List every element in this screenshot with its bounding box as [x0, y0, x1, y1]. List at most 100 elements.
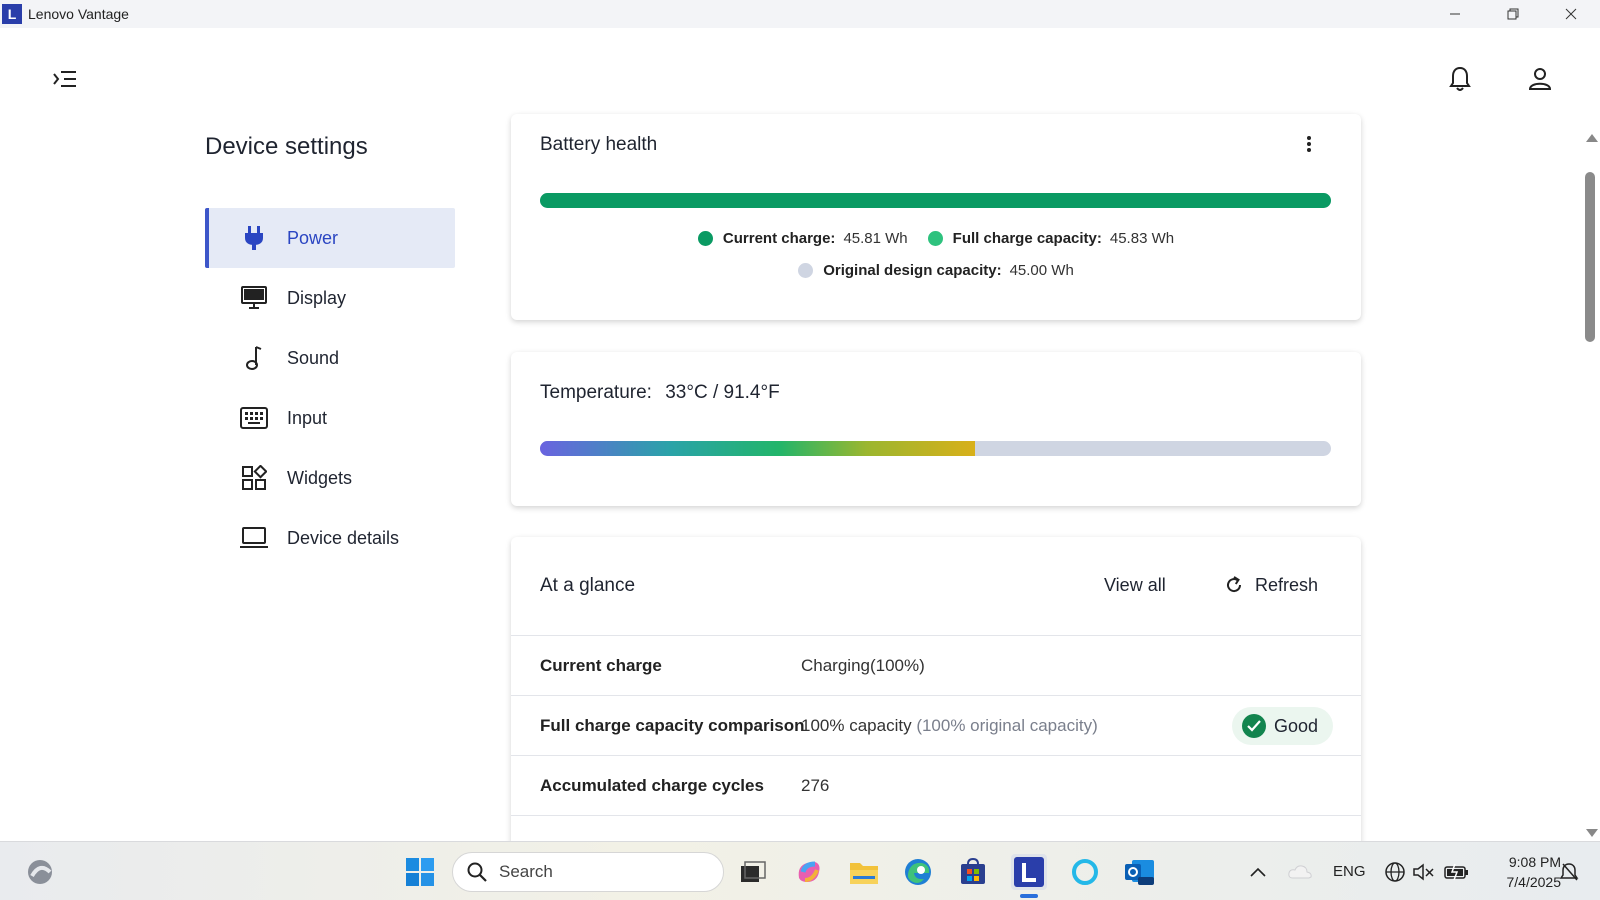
menu-toggle-button[interactable] [50, 64, 80, 94]
nav-label-device-details: Device details [287, 527, 400, 548]
temperature-value: 33°C / 91.4°F [665, 382, 780, 403]
battery-legend-row-2: Original design capacity: 45.00 Wh [511, 262, 1361, 279]
page-title: Device settings [205, 133, 368, 160]
settings-nav: Power Display Sound Input Widgets Device… [205, 208, 455, 568]
widgets-icon [239, 463, 269, 493]
cortana-button[interactable] [1067, 854, 1103, 890]
globe-icon [1385, 861, 1405, 882]
clock-date: 7/4/2025 [1506, 874, 1562, 890]
chevron-up-icon [1250, 867, 1266, 877]
language-indicator[interactable]: ENG [1333, 842, 1366, 900]
capacity-original-note: (100% original capacity) [916, 715, 1098, 735]
title-bar: L Lenovo Vantage [0, 0, 1600, 28]
lenovo-vantage-taskbar-button[interactable] [1011, 854, 1047, 890]
notifications-button[interactable] [1445, 64, 1475, 94]
start-button[interactable] [402, 854, 438, 890]
refresh-button[interactable]: Refresh [1223, 574, 1318, 596]
notification-bell-icon [1559, 862, 1579, 880]
row-label: Accumulated charge cycles [540, 775, 764, 795]
more-options-button[interactable] [1301, 134, 1317, 154]
view-all-link[interactable]: View all [1104, 575, 1166, 596]
scroll-down-arrow-icon[interactable] [1586, 829, 1598, 837]
notification-center-button[interactable] [1558, 842, 1580, 900]
nav-item-widgets[interactable]: Widgets [205, 448, 455, 508]
store-icon [961, 858, 985, 884]
outlook-icon [1125, 860, 1154, 885]
battery-legend-row-1: Current charge: 45.81 Wh Full charge cap… [511, 230, 1361, 247]
nav-label-power: Power [287, 227, 339, 248]
status-badge-label: Good [1274, 715, 1319, 736]
copilot-icon [798, 861, 820, 882]
content-scrollbar[interactable] [1582, 128, 1600, 841]
edge-browser-button[interactable] [900, 854, 936, 890]
taskbar: Search ENG 9:08 PM 7/4/2025 [0, 841, 1600, 900]
nav-label-widgets: Widgets [287, 467, 353, 488]
legend-design-value: 45.00 Wh [1009, 262, 1074, 279]
battery-health-title: Battery health [540, 134, 658, 155]
lenovo-vantage-icon [1014, 857, 1044, 887]
refresh-label: Refresh [1255, 574, 1319, 595]
taskbar-search-box[interactable]: Search [452, 852, 724, 892]
temperature-bar-fill [540, 441, 976, 456]
menu-collapse-icon [53, 71, 76, 87]
account-button[interactable] [1525, 64, 1555, 94]
row-value: 276 [801, 775, 830, 795]
status-badge: Good [1232, 707, 1334, 745]
cortana-ring-icon [1072, 859, 1098, 885]
outlook-new-button[interactable] [1122, 854, 1158, 890]
close-button[interactable] [1542, 0, 1600, 28]
nav-item-input[interactable]: Input [205, 388, 455, 448]
restore-button[interactable] [1484, 0, 1542, 28]
network-button[interactable] [1384, 842, 1406, 900]
capacity-value: 100% capacity [801, 715, 912, 735]
table-row: Full charge capacity comparison 100% cap… [511, 696, 1361, 756]
cloud-icon [1288, 864, 1312, 878]
app-logo: L [2, 4, 22, 24]
clock-time: 9:08 PM [1508, 854, 1561, 870]
battery-health-bar-fill [540, 193, 1331, 208]
row-value: 100% capacity (100% original capacity) [801, 716, 1098, 736]
row-label: Current charge [540, 655, 662, 675]
scroll-thumb[interactable] [1585, 172, 1595, 342]
nav-item-sound[interactable]: Sound [205, 328, 455, 388]
battery-tray-button[interactable] [1443, 842, 1469, 900]
battery-health-bar [540, 193, 1331, 208]
weather-tray-button[interactable] [1288, 842, 1312, 900]
temperature-heading: Temperature: 33°C / 91.4°F [540, 382, 780, 404]
volume-button[interactable] [1412, 842, 1436, 900]
at-a-glance-header: At a glance View all Refresh [511, 537, 1361, 636]
nav-item-device-details[interactable]: Device details [205, 508, 455, 568]
user-icon [1528, 68, 1552, 90]
weather-widget-button[interactable] [22, 854, 58, 890]
bell-icon [1449, 66, 1471, 91]
file-explorer-button[interactable] [846, 854, 882, 890]
legend-current-label: Current charge: [722, 230, 836, 247]
taskbar-clock[interactable]: 9:08 PM 7/4/2025 [1481, 852, 1562, 892]
speaker-muted-icon [1413, 862, 1434, 881]
battery-health-card: Battery health Current charge: 45.81 Wh … [511, 114, 1361, 320]
scroll-up-arrow-icon[interactable] [1586, 134, 1598, 142]
nav-label-sound: Sound [287, 347, 340, 368]
row-label: Full charge capacity comparison [540, 715, 805, 735]
microsoft-store-button[interactable] [955, 854, 991, 890]
close-icon [1565, 8, 1577, 20]
minimize-button[interactable] [1426, 0, 1484, 28]
legend-design-label: Original design capacity: [823, 262, 1002, 279]
nav-item-display[interactable]: Display [205, 268, 455, 328]
row-value: Charging(100%) [801, 655, 925, 675]
nav-label-display: Display [287, 287, 347, 308]
tray-overflow-button[interactable] [1250, 842, 1266, 900]
legend-full-value: 45.83 Wh [1109, 230, 1175, 247]
nav-item-power[interactable]: Power [205, 208, 455, 268]
minimize-icon [1450, 13, 1460, 15]
temperature-label: Temperature: [540, 382, 652, 403]
restore-icon [1507, 8, 1519, 20]
table-row: Current charge Charging(100%) [511, 636, 1361, 696]
task-view-button[interactable] [735, 854, 771, 890]
legend-design-capacity: Original design capacity: 45.00 Wh [798, 262, 1074, 279]
table-row: Accumulated charge cycles 276 [511, 756, 1361, 816]
legend-full-label: Full charge capacity: [952, 230, 1102, 247]
copilot-button[interactable] [791, 854, 827, 890]
legend-full-charge: Full charge capacity: 45.83 Wh [927, 230, 1175, 247]
edge-icon [905, 859, 931, 885]
